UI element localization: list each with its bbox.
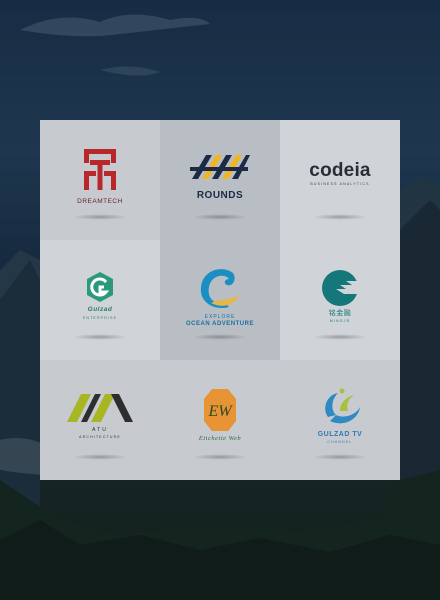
tile-shadow [72,334,128,340]
gulzad-logo-icon [87,272,113,303]
ocean-adventure-label: OCEAN ADVENTURE [186,321,254,327]
tile-gulzad-tv[interactable]: GULZAD TV CHANNEL [280,360,400,480]
gulzad-tv-label: GULZAD TV [317,430,363,438]
tile-atu[interactable]: ATU ARCHITECTURE [40,360,160,480]
tile-shadow [312,454,368,460]
rounds-label: ROUNDS [196,190,244,201]
ocean-explore-label: EXPLORE [204,314,236,320]
dreamtech-logo-icon [83,148,116,190]
atu-logo-icon [67,393,133,422]
ocean-wave-logo-icon [200,269,239,309]
gulzad-label: Gulzad [87,306,113,314]
gulzad-tagline: ENTERPRISE [82,315,118,320]
tile-shadow [72,454,128,460]
tile-etichette-web[interactable]: EW Etichette Web [160,360,280,480]
tile-shadow [72,214,128,220]
tile-rounds[interactable]: ROUNDS [160,120,280,240]
codeia-tagline: BUSINESS ANALYTICS [310,181,370,186]
gulzad-tv-tagline: CHANNEL [327,439,353,444]
rounds-logo-icon [190,155,250,179]
tile-dreamtech[interactable]: DREAMTECH [40,120,160,240]
atu-label: ATU [92,426,108,433]
tile-codeia[interactable]: codeia BUSINESS ANALYTICS [280,120,400,240]
tile-ocean-adventure[interactable]: EXPLORE OCEAN ADVENTURE [160,240,280,360]
tile-shadow [312,334,368,340]
codeia-logo-icon: codeia [309,159,371,181]
etichette-web-label: Etichette Web [198,435,242,443]
tile-shadow [192,214,248,220]
atu-tagline: ARCHITECTURE [79,434,121,439]
tile-gulzad[interactable]: Gulzad ENTERPRISE [40,240,160,360]
etichette-web-logo-icon: EW [204,389,236,432]
tile-mingjinrong[interactable]: 铭金融 MINGJR [280,240,400,360]
tile-shadow [192,334,248,340]
etichette-monogram: EW [207,403,233,420]
tile-shadow [192,454,248,460]
tile-shadow [312,214,368,220]
dreamtech-label: DREAMTECH [77,197,123,205]
mingjinrong-logo-icon [322,269,360,306]
mingjinrong-label: 铭金融 [328,309,352,317]
gulzad-tv-logo-icon [325,388,360,423]
mingjinrong-tagline: MINGJR [329,318,351,323]
logo-grid: DREAMTECH ROUNDS codeia BUSINESS ANALYTI… [40,120,400,480]
